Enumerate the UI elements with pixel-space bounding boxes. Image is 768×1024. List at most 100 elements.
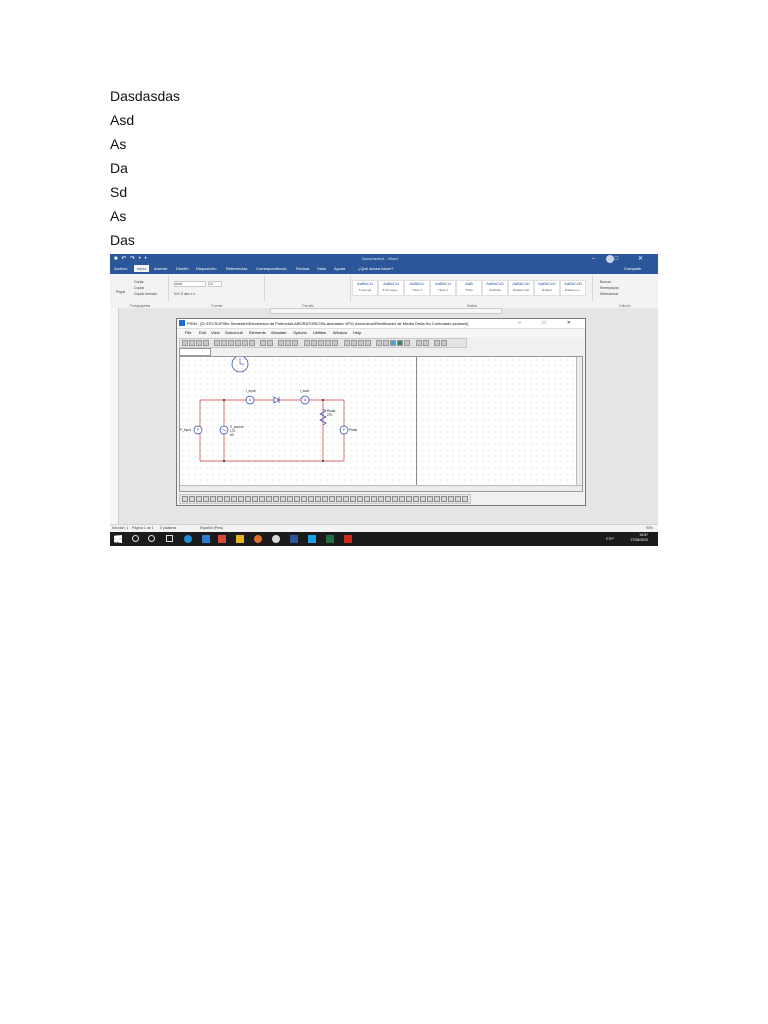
word-window-controls: – □ ✕ <box>591 256 652 262</box>
windows-start-icon <box>114 535 122 543</box>
schematic-diagram: A A P P I_input I_load Rload 270 V_sourc… <box>180 357 357 462</box>
psim-taskbar-icon <box>308 535 316 543</box>
psim-element-combo <box>179 348 211 356</box>
style-emphasis: AaBbCcD Énfasis <box>534 280 560 296</box>
tab-disposicion: Disposición <box>196 266 217 271</box>
status-language: Español (Perú) <box>200 526 224 530</box>
acrobat-taskbar-icon <box>344 535 352 543</box>
diode-icon <box>273 396 280 404</box>
font-format-icons: N K S abc x x <box>174 292 196 296</box>
style-no-spacing: AaBbCcI ¶ Sin espa... <box>378 280 404 296</box>
embedded-screenshot: ■ ↶ ↷ • • Documento1 - Word – □ ✕ Archiv… <box>110 254 658 546</box>
style-title: AaB Título <box>456 280 482 296</box>
find-button: Buscar <box>600 280 611 284</box>
font-name-box: Arial <box>174 281 206 287</box>
label-p-load: Pload <box>349 428 357 432</box>
label-i-load: I_load <box>300 389 309 393</box>
task-view-icon <box>166 535 173 542</box>
tab-vista: Vista <box>317 266 326 271</box>
psim-element-toolbar <box>179 494 471 504</box>
font-size-box: 12 <box>208 281 222 287</box>
word-ribbon: Pegar Cortar Copiar Copiar formato Porta… <box>110 274 658 309</box>
psim-menu-bar: File Edit View Subcircuit Elements Simul… <box>177 329 585 337</box>
tab-insertar: Insertar <box>154 266 168 271</box>
menu-simulate: Simulate <box>271 330 287 335</box>
tell-me-search: ¿Qué desea hacer? <box>358 266 394 271</box>
menu-elements: Elements <box>249 330 266 335</box>
search-icon <box>132 535 139 542</box>
document-line: Da <box>110 160 128 176</box>
taskbar-date: 27/06/2020 <box>630 538 648 542</box>
paste-button: Pegar <box>116 290 126 294</box>
clipboard-group: Pegar Cortar Copiar Copiar formato Porta… <box>112 276 169 308</box>
select-button: Seleccionar <box>600 292 619 296</box>
style-subtitle: AaBbCcD Subtítulo <box>482 280 508 296</box>
menu-edit: Edit <box>199 330 206 335</box>
horizontal-scrollbar <box>180 485 582 491</box>
quick-access-toolbar: ■ ↶ ↷ • • <box>114 256 148 262</box>
tab-ayuda: Ayuda <box>334 266 346 271</box>
app-icon <box>272 535 280 543</box>
label-i-input: I_input <box>246 389 256 393</box>
styles-group: AaBbCcI ¶ Normal AaBbCcI ¶ Sin espa... AaB… <box>352 276 593 308</box>
font-group: Arial 12 N K S abc x x Fuente <box>170 276 265 308</box>
psim-app-icon <box>179 320 185 326</box>
status-words: 0 palabras <box>160 526 177 530</box>
menu-view: View <box>211 330 220 335</box>
wattmeter-symbol: P <box>343 428 345 432</box>
style-intense-emphasis: AaBbCcD Énfasis int... <box>560 280 586 296</box>
file-explorer-icon <box>236 535 244 543</box>
app-icon <box>202 535 210 543</box>
document-line: Sd <box>110 184 128 200</box>
psim-window-title: PSIM - [D:\TECSUP\5to Semestre\Electroni… <box>187 321 469 326</box>
menu-help: Help <box>353 330 362 335</box>
word-document-area: PSIM - [D:\TECSUP\5to Semestre\Electroni… <box>110 308 658 524</box>
cortana-icon <box>148 535 155 542</box>
editing-group: Buscar Reemplazar Seleccionar Edición <box>596 276 654 308</box>
menu-subcircuit: Subcircuit <box>225 330 243 335</box>
status-zoom: 90% <box>646 526 654 530</box>
style-heading-1: AaBbCc Título 1 <box>404 280 430 296</box>
psim-toolbar <box>179 338 467 348</box>
vertical-ruler <box>110 308 119 524</box>
taskbar-clock: 15:57 27/06/2020 <box>630 533 648 543</box>
label-v-source-value2: 60 <box>230 433 234 437</box>
status-page: Página 1 de 1 <box>132 526 154 530</box>
psim-schematic-canvas: A A P P I_input I_load Rload 270 V_sourc… <box>179 356 583 492</box>
style-subtle-emphasis: AaBbCcD Énfasis sutil <box>508 280 534 296</box>
wattmeter-symbol: P <box>197 428 199 432</box>
style-normal: AaBbCcI ¶ Normal <box>352 280 378 296</box>
tab-referencias: Referencias <box>226 266 248 271</box>
document-line: Dasdasdas <box>110 88 181 104</box>
tab-diseno: Diseño <box>176 266 189 271</box>
canvas-splitter <box>416 357 417 491</box>
menu-options: Options <box>293 330 307 335</box>
document-text: Dasdasdas Asd As Da Sd As Das <box>110 84 180 252</box>
cut-button: Cortar <box>134 280 144 284</box>
document-line: As <box>110 208 127 224</box>
app-icon <box>218 535 226 543</box>
excel-taskbar-icon <box>326 535 334 543</box>
document-line: Asd <box>110 112 135 128</box>
document-line: As <box>110 136 127 152</box>
chrome-icon <box>254 535 262 543</box>
format-painter-button: Copiar formato <box>134 292 158 296</box>
tab-archivo: Archivo <box>114 266 128 271</box>
share-button: Compartir <box>624 266 642 271</box>
horizontal-ruler <box>270 308 502 314</box>
paragraph-group: Párrafo <box>266 276 351 308</box>
tab-inicio: Inicio <box>134 265 150 272</box>
vertical-scrollbar <box>576 357 582 491</box>
menu-window: Window <box>333 330 348 335</box>
menu-file: File <box>185 330 192 335</box>
word-taskbar-icon <box>290 535 298 543</box>
label-p-input: P_input <box>180 428 191 432</box>
psim-title-bar: PSIM - [D:\TECSUP\5to Semestre\Electroni… <box>177 319 585 329</box>
copy-button: Copiar <box>134 286 145 290</box>
windows-taskbar: ESP 15:57 27/06/2020 <box>110 532 658 546</box>
word-title-bar: ■ ↶ ↷ • • Documento1 - Word – □ ✕ <box>110 254 658 264</box>
word-document-title: Documento1 - Word <box>362 256 398 261</box>
tab-correspondencia: Correspondencia <box>256 266 287 271</box>
tab-revisar: Revisar <box>296 266 310 271</box>
label-r-load-value: 270 <box>327 413 333 417</box>
